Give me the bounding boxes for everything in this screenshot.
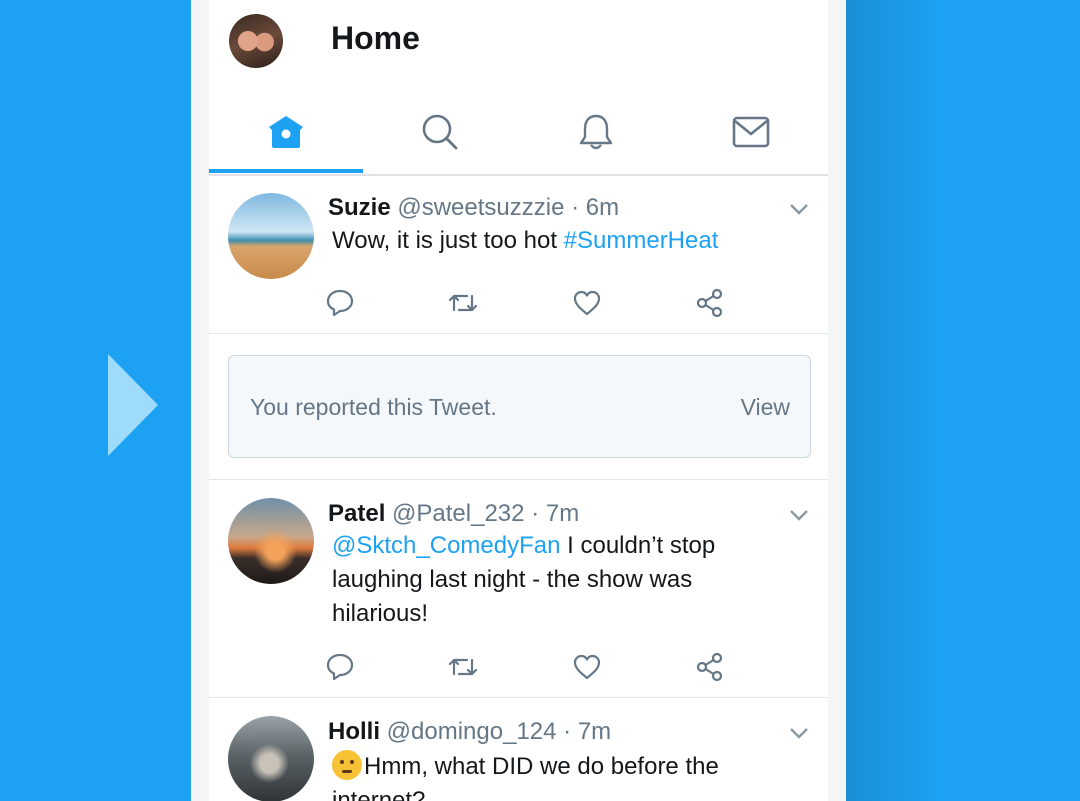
tweet-suzie[interactable]: Suzie @sweetsuzzzie · 6m Wow, it is just… [209, 176, 828, 334]
author-handle[interactable]: @Patel_232 [392, 500, 524, 527]
tweet-holli[interactable]: Holli @domingo_124 · 7m Hmm, what DID we… [209, 698, 828, 801]
tweet-patel[interactable]: Patel @Patel_232 · 7m @Sktch_ComedyFan I… [209, 480, 828, 698]
tweet-header: Patel @Patel_232 · 7m [328, 500, 579, 528]
bell-icon [579, 114, 613, 150]
reported-tweet-notice: You reported this Tweet. View [228, 355, 811, 458]
home-icon [269, 116, 303, 148]
background-right [846, 0, 1080, 801]
tweet-text-body: Wow, it is just too hot [332, 227, 564, 254]
chevron-down-icon[interactable] [789, 202, 809, 216]
tweet-header: Holli @domingo_124 · 7m [328, 718, 611, 746]
tab-home[interactable] [209, 92, 363, 173]
tweet-time: · 6m [571, 194, 620, 221]
profile-avatar[interactable] [229, 14, 283, 68]
author-handle[interactable]: @domingo_124 [387, 718, 557, 745]
tab-messages[interactable] [674, 92, 828, 172]
author-name[interactable]: Patel [328, 500, 385, 527]
tweet-time: · 7m [563, 718, 612, 745]
chevron-down-icon[interactable] [789, 726, 809, 740]
like-icon[interactable] [572, 288, 602, 318]
search-icon [422, 114, 458, 150]
page-title: Home [331, 20, 420, 56]
report-message: You reported this Tweet. [250, 394, 497, 420]
avatar[interactable] [228, 716, 314, 801]
tweet-text: Wow, it is just too hot #SummerHeat [332, 224, 802, 258]
tweet-actions [325, 652, 725, 682]
author-handle[interactable]: @sweetsuzzzie [397, 194, 564, 221]
tweet-text-body: Hmm, what DID we do before the internet? [332, 753, 719, 801]
tab-bar [209, 92, 828, 176]
tweet-text: @Sktch_ComedyFan I couldn’t stop laughin… [332, 529, 772, 631]
like-icon[interactable] [572, 652, 602, 682]
tab-search[interactable] [363, 92, 517, 172]
tweet-header: Suzie @sweetsuzzzie · 6m [328, 194, 619, 222]
tweet-time: · 7m [531, 500, 580, 527]
share-icon[interactable] [695, 652, 725, 682]
play-arrow-indicator [108, 354, 158, 456]
retweet-icon[interactable] [448, 288, 478, 318]
reply-icon[interactable] [325, 288, 355, 318]
thinking-face-icon [332, 750, 362, 780]
author-name[interactable]: Holli [328, 718, 380, 745]
view-button[interactable]: View [741, 394, 790, 421]
chevron-down-icon[interactable] [789, 508, 809, 522]
share-icon[interactable] [695, 288, 725, 318]
author-name[interactable]: Suzie [328, 194, 391, 221]
mention-link[interactable]: @Sktch_ComedyFan [332, 532, 560, 559]
tweet-actions [325, 288, 725, 318]
avatar[interactable] [228, 193, 314, 279]
mail-icon [732, 116, 770, 148]
reply-icon[interactable] [325, 652, 355, 682]
tab-notifications[interactable] [519, 92, 673, 172]
phone-frame: Home Suzie @sweetsuzzzie · 6m Wow, it is… [191, 0, 846, 801]
retweet-icon[interactable] [448, 652, 478, 682]
avatar[interactable] [228, 498, 314, 584]
header: Home [209, 0, 828, 176]
app-screen: Home Suzie @sweetsuzzzie · 6m Wow, it is… [209, 0, 828, 801]
tweet-text: Hmm, what DID we do before the internet? [332, 750, 782, 801]
hashtag-link[interactable]: #SummerHeat [564, 227, 719, 254]
